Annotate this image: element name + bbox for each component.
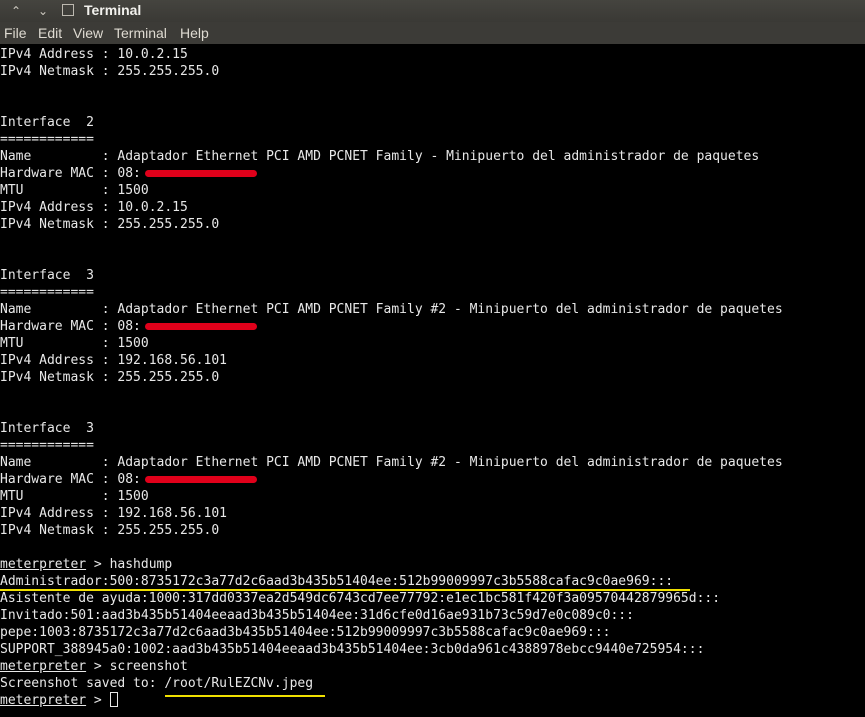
terminal-line: Name : Adaptador Ethernet PCI AMD PCNET … [0,149,760,164]
menu-edit[interactable]: Edit [38,25,62,41]
window-title: Terminal [84,2,142,18]
terminal-output[interactable]: meterpreter > Screenshot saved to: /root… [0,46,865,717]
prompt-label: meterpreter [0,557,87,572]
terminal-line: pepe:1003:8735172c3a77d2c6aad3b435b51404… [0,625,611,640]
terminal-line: Hardware MAC : 08: [0,166,141,181]
redaction-mark [145,476,257,483]
terminal-line: Invitado:501:aad3b435b51404eeaad3b435b51… [0,608,634,623]
chevron-down-icon[interactable]: ⌄ [35,3,51,19]
prompt-label: meterpreter [0,693,87,708]
terminal-line: IPv4 Netmask : 255.255.255.0 [0,217,220,232]
prompt-label: meterpreter [0,659,87,674]
terminal-line: Interface 2 [0,115,94,130]
terminal-line: MTU : 1500 [0,183,149,198]
terminal-line: Name : Adaptador Ethernet PCI AMD PCNET … [0,455,783,470]
redaction-mark [145,170,257,177]
terminal-line: Screenshot saved to: /root/RulEZCNv.jpeg [0,676,314,691]
maximize-icon[interactable] [62,4,74,16]
terminal-line: Hardware MAC : 08: [0,472,141,487]
text-cursor [109,692,118,707]
terminal-line: IPv4 Address : 192.168.56.101 [0,353,227,368]
highlight-underline [165,695,325,697]
terminal-line: Hardware MAC : 08: [0,319,141,334]
highlight-underline [0,589,690,591]
terminal-line: Asistente de ayuda:1000:317dd0337ea2d549… [0,591,721,606]
redaction-mark [145,323,257,330]
command-text: > screenshot [86,659,188,674]
terminal-line: ============ [0,285,94,300]
chevron-up-icon[interactable]: ⌃ [8,3,24,19]
title-bar: ⌃ ⌄ Terminal [0,0,865,22]
terminal-line: IPv4 Address : 192.168.56.101 [0,506,227,521]
terminal-line: meterpreter > hashdump [0,556,172,573]
command-text: > [86,693,110,708]
terminal-line: meterpreter > screenshot [0,658,188,675]
terminal-line: MTU : 1500 [0,489,149,504]
terminal-line: IPv4 Netmask : 255.255.255.0 [0,64,220,79]
menu-help[interactable]: Help [180,25,209,41]
terminal-line: meterpreter > [0,692,118,709]
menu-view[interactable]: View [73,25,103,41]
menu-terminal[interactable]: Terminal [114,25,167,41]
terminal-line: Interface 3 [0,421,94,436]
terminal-line: Administrador:500:8735172c3a77d2c6aad3b4… [0,574,674,589]
menu-file[interactable]: File [4,25,27,41]
terminal-line: MTU : 1500 [0,336,149,351]
terminal-line: IPv4 Netmask : 255.255.255.0 [0,523,220,538]
terminal-line: Interface 3 [0,268,94,283]
terminal-line: ============ [0,132,94,147]
terminal-line: Name : Adaptador Ethernet PCI AMD PCNET … [0,302,783,317]
terminal-line: SUPPORT_388945a0:1002:aad3b435b51404eeaa… [0,642,705,657]
terminal-line: IPv4 Netmask : 255.255.255.0 [0,370,220,385]
terminal-line: IPv4 Address : 10.0.2.15 [0,200,188,215]
command-text: > hashdump [86,557,173,572]
terminal-line: IPv4 Address : 10.0.2.15 [0,47,188,62]
menu-bar: File Edit View Terminal Help [0,22,865,44]
terminal-line: ============ [0,438,94,453]
